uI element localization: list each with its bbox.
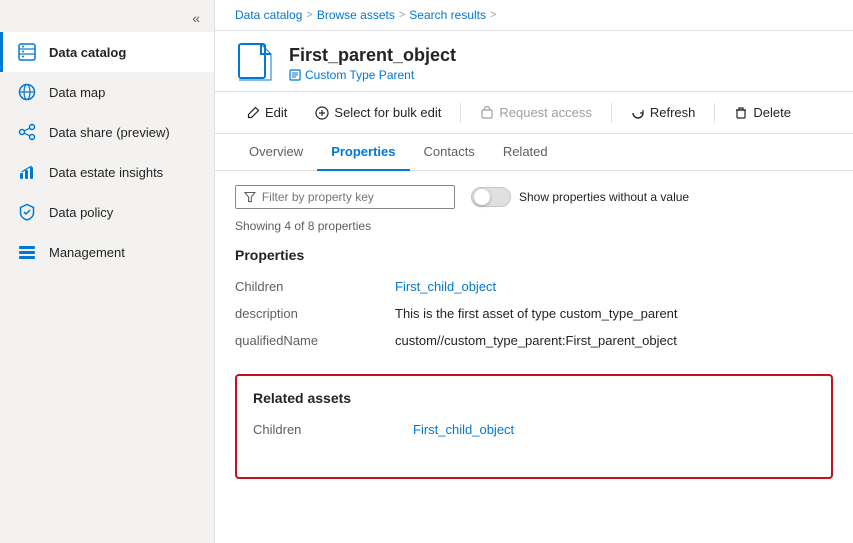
edit-button[interactable]: Edit [235, 100, 298, 125]
sidebar-item-label: Data catalog [49, 45, 126, 60]
asset-title: First_parent_object [289, 45, 456, 66]
toolbar-sep-1 [460, 103, 461, 123]
properties-table: Children First_child_object description … [235, 273, 833, 354]
delete-button[interactable]: Delete [723, 100, 802, 125]
tab-overview[interactable]: Overview [235, 134, 317, 171]
request-access-label: Request access [499, 105, 592, 120]
toggle-label: Show properties without a value [519, 190, 689, 204]
breadcrumb-sep-3: > [490, 9, 496, 21]
prop-key-description: description [235, 300, 395, 327]
toolbar-sep-3 [714, 103, 715, 123]
share-icon [17, 122, 37, 142]
sidebar-item-label: Data estate insights [49, 165, 163, 180]
asset-title-block: First_parent_object Custom Type Parent [289, 45, 456, 82]
refresh-label: Refresh [650, 105, 696, 120]
management-icon [17, 242, 37, 262]
table-row: description This is the first asset of t… [235, 300, 833, 327]
sidebar-item-data-map[interactable]: Data map [0, 72, 214, 112]
breadcrumb-browse-assets[interactable]: Browse assets [317, 8, 395, 22]
sidebar-item-data-estate[interactable]: Data estate insights [0, 152, 214, 192]
policy-icon [17, 202, 37, 222]
content-area: Show properties without a value Showing … [215, 171, 853, 543]
tab-contacts[interactable]: Contacts [410, 134, 489, 171]
related-prop-key: Children [253, 416, 413, 443]
sidebar-item-label: Management [49, 245, 125, 260]
sidebar-item-data-catalog[interactable]: Data catalog [0, 32, 214, 72]
sidebar-collapse[interactable]: « [0, 0, 214, 32]
main-content: Data catalog > Browse assets > Search re… [215, 0, 853, 543]
prop-key-children: Children [235, 273, 395, 300]
asset-icon [235, 43, 275, 83]
sidebar-item-data-policy[interactable]: Data policy [0, 192, 214, 232]
toggle-switch[interactable] [471, 187, 511, 207]
properties-section-title: Properties [235, 247, 833, 263]
table-row: Children First_child_object [235, 273, 833, 300]
filter-input-wrap[interactable] [235, 185, 455, 209]
asset-header: First_parent_object Custom Type Parent [215, 31, 853, 92]
refresh-button[interactable]: Refresh [620, 100, 707, 125]
related-assets-table: Children First_child_object [253, 416, 815, 443]
related-assets-box: Related assets Children First_child_obje… [235, 374, 833, 479]
sidebar-item-management[interactable]: Management [0, 232, 214, 272]
sidebar-item-label: Data policy [49, 205, 113, 220]
filter-input[interactable] [262, 190, 446, 204]
bulk-edit-label: Select for bulk edit [334, 105, 441, 120]
related-assets-title: Related assets [253, 390, 815, 406]
toggle-knob [474, 189, 490, 205]
toolbar: Edit Select for bulk edit Request access… [215, 92, 853, 134]
bulk-edit-button[interactable]: Select for bulk edit [304, 100, 452, 125]
filter-bar: Show properties without a value [235, 185, 833, 209]
breadcrumb-data-catalog[interactable]: Data catalog [235, 8, 302, 22]
insights-icon [17, 162, 37, 182]
sidebar: « Data catalog Data map Data share (prev… [0, 0, 215, 543]
asset-type[interactable]: Custom Type Parent [289, 68, 456, 82]
breadcrumb-search-results[interactable]: Search results [409, 8, 486, 22]
prop-key-qualifiedname: qualifiedName [235, 327, 395, 354]
sidebar-item-label: Data share (preview) [49, 125, 170, 140]
breadcrumb-sep-1: > [306, 9, 312, 21]
prop-value-qualifiedname: custom//custom_type_parent:First_parent_… [395, 327, 833, 354]
toggle-wrap: Show properties without a value [471, 187, 689, 207]
tab-related[interactable]: Related [489, 134, 562, 171]
breadcrumb-sep-2: > [399, 9, 405, 21]
tab-properties[interactable]: Properties [317, 134, 409, 171]
filter-icon [244, 191, 256, 204]
sidebar-item-label: Data map [49, 85, 105, 100]
sidebar-item-data-share[interactable]: Data share (preview) [0, 112, 214, 152]
edit-label: Edit [265, 105, 287, 120]
map-icon [17, 82, 37, 102]
catalog-icon [17, 42, 37, 62]
collapse-button[interactable]: « [188, 8, 204, 28]
breadcrumb: Data catalog > Browse assets > Search re… [215, 0, 853, 31]
showing-text: Showing 4 of 8 properties [235, 219, 833, 233]
prop-value-children[interactable]: First_child_object [395, 273, 833, 300]
tabs: Overview Properties Contacts Related [215, 134, 853, 171]
table-row: Children First_child_object [253, 416, 815, 443]
table-row: qualifiedName custom//custom_type_parent… [235, 327, 833, 354]
toolbar-sep-2 [611, 103, 612, 123]
prop-value-description: This is the first asset of type custom_t… [395, 300, 833, 327]
related-prop-value[interactable]: First_child_object [413, 416, 815, 443]
delete-label: Delete [753, 105, 791, 120]
asset-type-label: Custom Type Parent [305, 68, 414, 82]
request-access-button[interactable]: Request access [469, 100, 603, 125]
